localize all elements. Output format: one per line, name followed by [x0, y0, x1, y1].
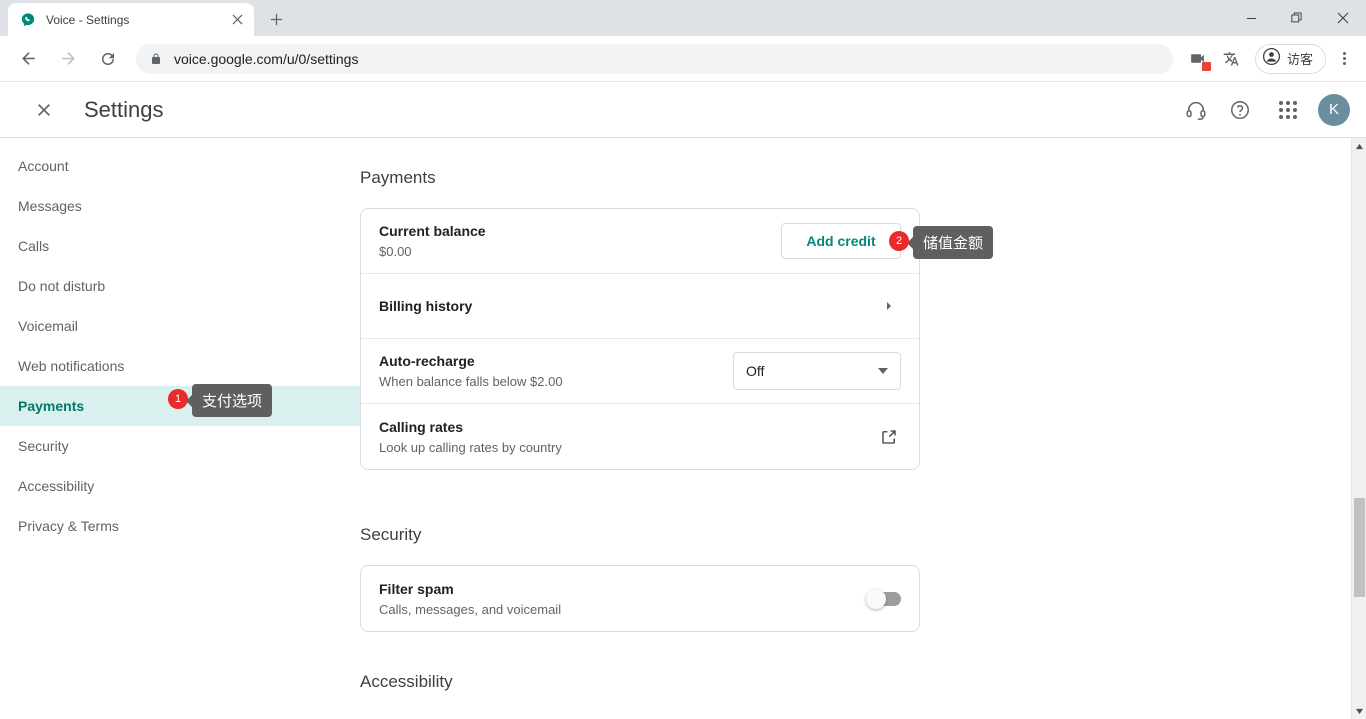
sidebar-item-label: Security — [18, 438, 69, 454]
sidebar-item-security[interactable]: Security — [0, 426, 360, 466]
browser-menu-icon[interactable] — [1330, 45, 1358, 73]
chevron-down-icon — [878, 368, 888, 374]
camera-blocked-badge — [1201, 61, 1211, 71]
browser-tab[interactable]: Voice - Settings — [8, 3, 254, 36]
sidebar-item-accessibility[interactable]: Accessibility — [0, 466, 360, 506]
forward-arrow-icon[interactable] — [52, 43, 84, 75]
auto-recharge-row: Auto-recharge When balance falls below $… — [361, 339, 919, 404]
window-maximize-button[interactable] — [1274, 0, 1320, 36]
current-balance-amount: $0.00 — [379, 244, 412, 259]
sidebar-item-label: Do not disturb — [18, 278, 106, 294]
billing-history-row[interactable]: Billing history — [361, 274, 919, 339]
sidebar-item-messages[interactable]: Messages — [0, 186, 360, 226]
sidebar-nav-list: Account Messages Calls Do not disturb Vo… — [0, 146, 360, 546]
reload-icon[interactable] — [92, 43, 124, 75]
headset-icon[interactable] — [1176, 90, 1216, 130]
auto-recharge-selected-value: Off — [746, 363, 765, 379]
scroll-up-arrow-icon[interactable] — [1352, 138, 1366, 154]
translate-icon[interactable] — [1218, 45, 1246, 73]
sidebar-item-calls[interactable]: Calls — [0, 226, 360, 266]
account-avatar[interactable]: K — [1318, 93, 1350, 126]
back-arrow-icon[interactable] — [12, 43, 44, 75]
close-settings-icon[interactable] — [24, 90, 64, 130]
sidebar-item-privacy-terms[interactable]: Privacy & Terms — [0, 506, 360, 546]
app-body: Account Messages Calls Do not disturb Vo… — [0, 138, 1366, 719]
current-balance-label: Current balance — [379, 223, 486, 239]
filter-spam-toggle[interactable] — [866, 588, 901, 609]
sidebar-item-label: Messages — [18, 198, 82, 214]
address-bar[interactable]: voice.google.com/u/0/settings — [136, 43, 1173, 74]
add-credit-tooltip: 储值金额 — [913, 226, 994, 259]
sidebar-item-label: Privacy & Terms — [18, 518, 119, 534]
browser-toolbar: voice.google.com/u/0/settings 访客 — [0, 36, 1366, 82]
toggle-knob — [866, 588, 886, 609]
window-controls — [1228, 0, 1366, 36]
google-voice-settings-app: Settings K Account Messages Calls Do not… — [0, 82, 1366, 719]
sidebar-item-account[interactable]: Account — [0, 146, 360, 186]
auto-recharge-label: Auto-recharge — [379, 353, 475, 369]
filter-spam-row: Filter spam Calls, messages, and voicema… — [361, 566, 919, 631]
scroll-down-arrow-icon[interactable] — [1352, 703, 1366, 719]
add-credit-step-badge: 2 — [889, 231, 909, 251]
window-minimize-button[interactable] — [1228, 0, 1274, 36]
browser-profile-name: 访客 — [1286, 52, 1313, 67]
sidebar-item-web-notifications[interactable]: Web notifications — [0, 346, 360, 386]
page-title: Settings — [84, 96, 164, 122]
sidebar-item-label: Web notifications — [18, 358, 125, 374]
settings-sidebar: Account Messages Calls Do not disturb Vo… — [0, 138, 360, 719]
security-heading: Security — [360, 525, 422, 544]
help-circle-icon[interactable] — [1220, 90, 1260, 130]
new-tab-button[interactable] — [262, 5, 290, 33]
browser-tab-title: Voice - Settings — [46, 12, 130, 27]
tab-close-icon[interactable] — [228, 11, 246, 29]
apps-grid-icon[interactable] — [1268, 90, 1308, 130]
settings-content: Payments Current balance $0.00 Add credi… — [360, 138, 1366, 719]
filter-spam-label: Filter spam — [379, 580, 454, 597]
calling-rates-label: Calling rates — [379, 418, 464, 435]
camera-blocked-icon[interactable] — [1184, 45, 1212, 73]
billing-history-label: Billing history — [379, 298, 473, 314]
payments-heading: Payments — [360, 168, 436, 187]
browser-tab-strip: Voice - Settings — [0, 0, 1366, 36]
lock-icon — [150, 53, 162, 65]
calling-rates-subtitle: Look up calling rates by country — [379, 439, 562, 455]
add-credit-button[interactable]: Add credit — [781, 223, 901, 259]
sidebar-item-label: Payments — [18, 398, 85, 414]
current-balance-row: Current balance $0.00 Add credit 2 储值金额 — [361, 209, 994, 274]
sidebar-item-voicemail[interactable]: Voicemail — [0, 306, 360, 346]
payments-tooltip: 支付选项 — [192, 384, 273, 417]
payments-step-badge: 1 — [168, 389, 188, 409]
chevron-right-icon — [877, 294, 901, 318]
sidebar-item-label: Account — [18, 158, 69, 174]
payments-card: Current balance $0.00 Add credit 2 储值金额 … — [360, 208, 994, 470]
scrollbar-thumb[interactable] — [1354, 498, 1365, 597]
browser-profile-button[interactable]: 访客 — [1254, 43, 1326, 74]
sidebar-item-do-not-disturb[interactable]: Do not disturb — [0, 266, 360, 306]
calling-rates-row[interactable]: Calling rates Look up calling rates by c… — [361, 404, 919, 469]
person-icon — [1262, 47, 1281, 71]
external-link-icon[interactable] — [877, 425, 901, 449]
sidebar-item-label: Accessibility — [18, 478, 95, 494]
app-header: Settings K — [0, 82, 1366, 138]
page-scrollbar[interactable] — [1351, 138, 1366, 719]
sidebar-item-label: Calls — [18, 238, 50, 254]
window-close-button[interactable] — [1320, 0, 1366, 36]
auto-recharge-subtitle: When balance falls below $2.00 — [379, 374, 563, 389]
security-card: Filter spam Calls, messages, and voicema… — [360, 565, 920, 632]
sidebar-item-label: Voicemail — [18, 318, 78, 334]
accessibility-heading: Accessibility — [360, 672, 453, 691]
filter-spam-subtitle: Calls, messages, and voicemail — [379, 601, 562, 617]
google-voice-icon — [20, 12, 36, 28]
address-bar-url: voice.google.com/u/0/settings — [174, 50, 359, 67]
auto-recharge-select[interactable]: Off — [733, 352, 901, 390]
